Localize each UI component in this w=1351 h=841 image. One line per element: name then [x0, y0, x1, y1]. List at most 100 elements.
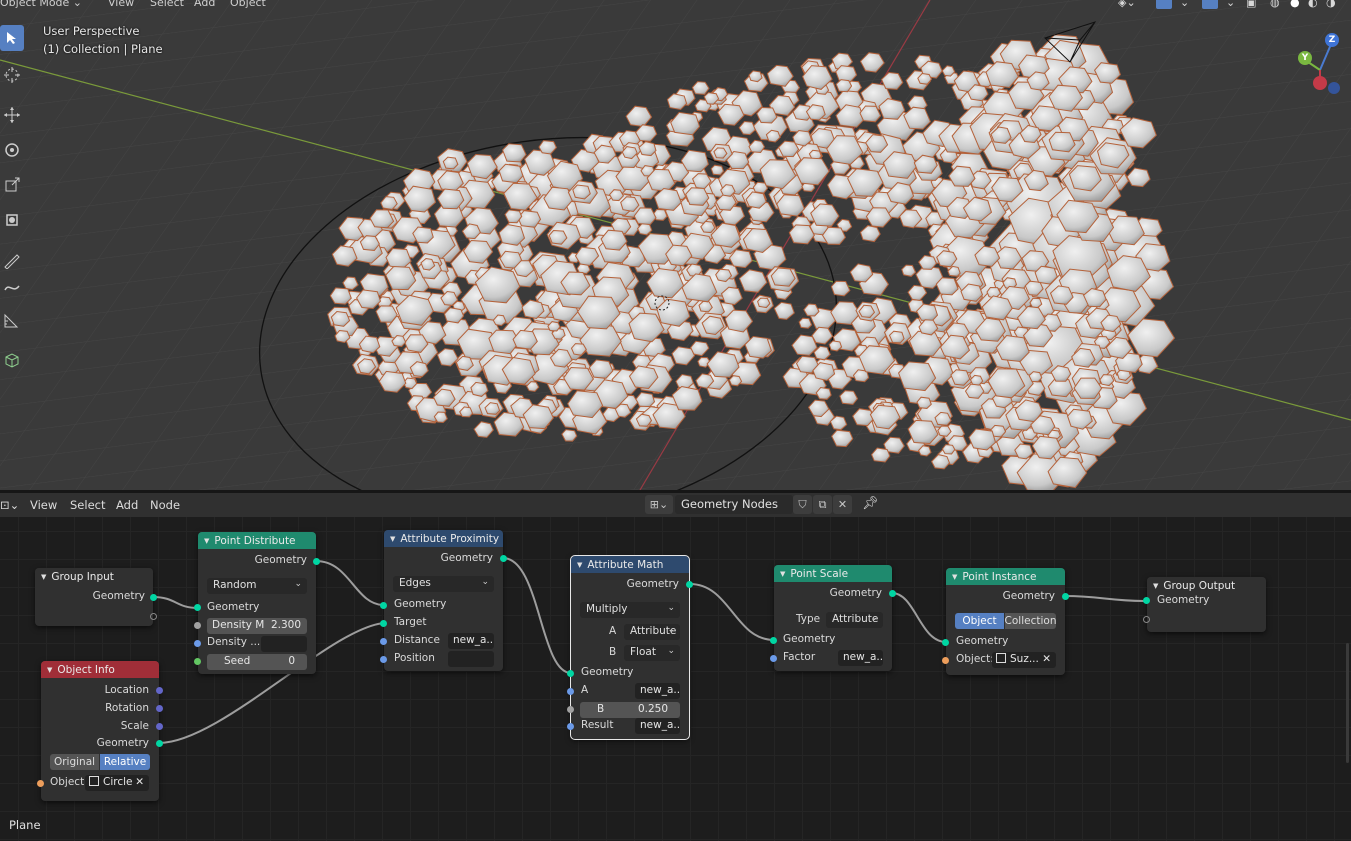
node-header[interactable]: ▼ Group Input — [35, 568, 153, 585]
input-socket-object[interactable] — [37, 780, 44, 787]
add-cube-icon[interactable] — [0, 347, 24, 373]
menu-select[interactable]: Select — [150, 0, 184, 9]
input-type-dropdown[interactable]: Attribute ⌄ — [826, 612, 883, 628]
input-socket-object[interactable] — [942, 657, 949, 664]
transform-space-relative-button[interactable]: Relative — [100, 754, 150, 770]
node-group-output[interactable]: ▼ Group Output Geometry — [1143, 577, 1266, 632]
wireframe-shading-icon[interactable]: ◍ — [1270, 0, 1280, 9]
collapse-icon[interactable]: ▼ — [780, 570, 785, 578]
annotate-icon[interactable] — [0, 247, 24, 273]
close-icon[interactable]: ✕ — [135, 776, 144, 788]
navigation-gizmo[interactable]: Z Y — [1290, 30, 1350, 100]
input-socket-distance[interactable] — [380, 638, 387, 645]
node-point-distribute[interactable]: ▼ Point Distribute Geometry Random ⌄ Geome… — [194, 532, 320, 674]
input-socket-empty[interactable] — [1143, 616, 1150, 623]
node-point-scale[interactable]: ▼ Point Scale Geometry Type Attribute ⌄ Ge… — [770, 565, 896, 671]
move-icon[interactable] — [0, 102, 24, 128]
output-socket-geometry[interactable] — [500, 555, 507, 562]
node-header[interactable]: ▼ Object Info — [41, 661, 159, 678]
input-b-type-dropdown[interactable]: Float ⌄ — [624, 645, 680, 661]
node-point-instance[interactable]: ▼ Point Instance Geometry Object Collecti… — [942, 568, 1069, 675]
node-object-info[interactable]: ▼ Object Info Location Rotation Scale Geo… — [37, 661, 163, 801]
scale-icon[interactable] — [0, 172, 24, 198]
output-socket-geometry[interactable] — [313, 558, 320, 565]
input-a-type-dropdown[interactable]: Attribute ⌄ — [624, 624, 680, 640]
output-socket-geometry[interactable] — [1062, 593, 1069, 600]
input-socket-b[interactable] — [567, 706, 574, 713]
input-socket-target[interactable] — [380, 620, 387, 627]
node-header[interactable]: ▼ Point Distribute — [198, 532, 316, 549]
input-socket-geometry[interactable] — [194, 604, 201, 611]
rotate-icon[interactable] — [0, 137, 24, 163]
cursor-icon[interactable] — [0, 62, 24, 88]
input-socket-result[interactable] — [567, 723, 574, 730]
y-axis-icon[interactable]: Y — [1298, 51, 1312, 65]
z-axis-icon[interactable]: Z — [1325, 33, 1339, 47]
annotate-line-icon[interactable] — [0, 274, 24, 300]
view-object-types-icon[interactable]: ◈⌄ — [1118, 0, 1136, 9]
result-attribute-field[interactable]: new_a... — [635, 718, 680, 734]
input-socket-position[interactable] — [380, 656, 387, 663]
collapse-icon[interactable]: ▼ — [41, 573, 46, 581]
object-picker-field[interactable]: Circle ✕ — [85, 775, 149, 791]
collapse-icon[interactable]: ▼ — [952, 573, 957, 581]
close-icon[interactable]: ✕ — [1042, 653, 1051, 665]
output-socket-geometry[interactable] — [889, 590, 896, 597]
z-axis-neg-icon[interactable] — [1328, 82, 1340, 94]
x-axis-neg-icon[interactable] — [1313, 76, 1327, 90]
node-header[interactable]: ▼ Point Scale — [774, 565, 892, 582]
instance-type-object-button[interactable]: Object — [955, 613, 1004, 629]
input-socket-factor[interactable] — [770, 655, 777, 662]
gizmo-toggle-icon[interactable] — [1156, 0, 1172, 9]
seed-field[interactable]: Seed 0 — [207, 654, 307, 670]
menu-view[interactable]: View — [108, 0, 134, 9]
node-header[interactable]: ▼ Group Output — [1147, 577, 1266, 594]
input-socket-geometry[interactable] — [942, 639, 949, 646]
menu-object[interactable]: Object — [230, 0, 266, 9]
object-picker-field[interactable]: Suz... ✕ — [992, 652, 1056, 668]
rendered-shading-icon[interactable]: ◑ — [1326, 0, 1336, 9]
node-header[interactable]: ▼ Point Instance — [946, 568, 1065, 585]
material-shading-icon[interactable]: ◐ — [1308, 0, 1318, 9]
output-socket-rotation[interactable] — [156, 705, 163, 712]
node-attribute-proximity[interactable]: ▼ Attribute Proximity Geometry Edges ⌄ Geo… — [380, 530, 507, 671]
output-socket-geometry[interactable] — [150, 594, 157, 601]
collapse-icon[interactable]: ▼ — [1153, 582, 1158, 590]
output-socket-scale[interactable] — [156, 723, 163, 730]
output-socket-location[interactable] — [156, 687, 163, 694]
mode-dropdown[interactable]: Object Mode ⌄ — [0, 0, 82, 9]
distribute-method-dropdown[interactable]: Random ⌄ — [207, 578, 307, 594]
output-socket-geometry[interactable] — [156, 740, 163, 747]
solid-shading-icon[interactable]: ● — [1290, 0, 1300, 9]
input-socket-geometry[interactable] — [567, 670, 574, 677]
vertical-scrollbar[interactable] — [1346, 643, 1349, 763]
density-max-field[interactable]: Density M 2.300 — [207, 618, 307, 634]
node-editor[interactable]: ⊡⌄ View Select Add Node ⊞⌄ Geometry Node… — [0, 493, 1351, 841]
node-header[interactable]: ▼ Attribute Math — [571, 556, 689, 573]
transform-icon[interactable] — [0, 207, 24, 233]
3d-viewport[interactable]: Object Mode ⌄ View Select Add Object Use… — [0, 0, 1351, 490]
input-socket-density-attribute[interactable] — [194, 640, 201, 647]
output-socket-geometry[interactable] — [686, 581, 693, 588]
input-socket-density-max[interactable] — [194, 622, 201, 629]
factor-attribute-field[interactable]: new_a... — [838, 650, 883, 666]
distance-attribute-field[interactable]: new_a... — [448, 633, 494, 649]
collapse-icon[interactable]: ▼ — [390, 535, 395, 543]
input-socket-a[interactable] — [567, 688, 574, 695]
position-attribute-field[interactable] — [448, 651, 494, 667]
chevron-down-icon[interactable]: ⌄ — [1180, 0, 1189, 9]
select-box-icon[interactable] — [0, 25, 24, 51]
input-b-value-field[interactable]: B 0.250 — [580, 702, 680, 718]
input-socket-geometry[interactable] — [380, 602, 387, 609]
node-attribute-math[interactable]: ▼ Attribute Math Geometry Multiply ⌄ A Att… — [567, 555, 693, 740]
node-header[interactable]: ▼ Attribute Proximity — [384, 530, 503, 547]
input-socket-geometry[interactable] — [1143, 597, 1150, 604]
density-attribute-field[interactable] — [261, 636, 307, 652]
math-operation-dropdown[interactable]: Multiply ⌄ — [580, 602, 680, 618]
collapse-icon[interactable]: ▼ — [577, 561, 582, 569]
output-socket-empty[interactable] — [150, 613, 157, 620]
input-socket-geometry[interactable] — [770, 637, 777, 644]
chevron-down-icon[interactable]: ⌄ — [1226, 0, 1235, 9]
instance-type-collection-button[interactable]: Collection — [1005, 613, 1056, 629]
input-a-attribute-field[interactable]: new_a... — [635, 683, 680, 699]
